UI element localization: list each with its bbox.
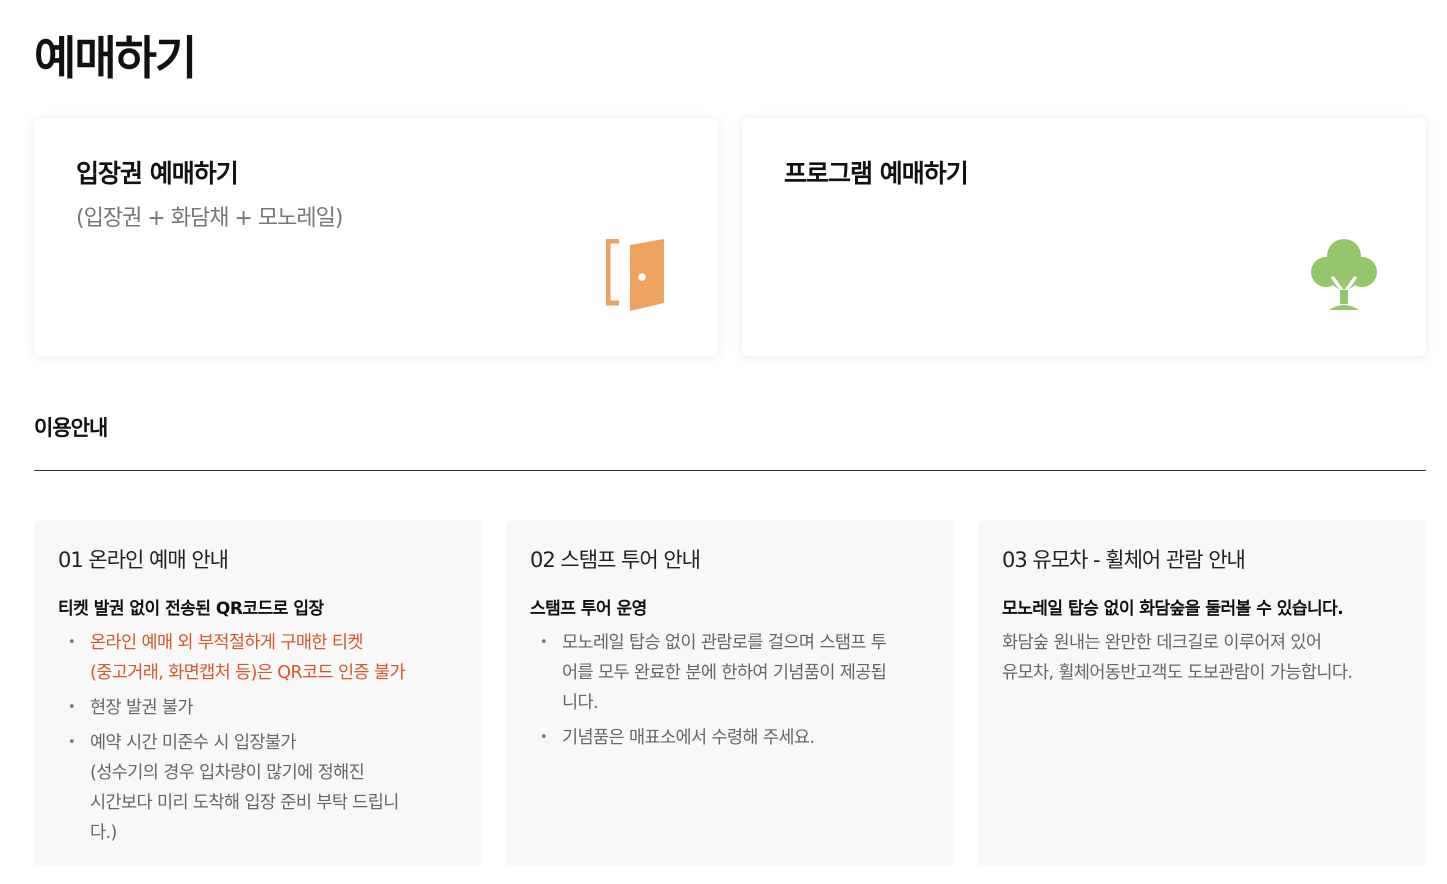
info-subtitle: 스탬프 투어 운영 — [530, 599, 647, 619]
info-list: 온라인 예매 외 부적절하게 구매한 티켓 (중고거래, 화면캡처 등)은 QR… — [58, 628, 460, 848]
ticket-booking-subtitle: (입장권 + 화담채 + 모노레일) — [76, 206, 343, 231]
info-title: 02 스탬프 투어 안내 — [530, 548, 701, 572]
info-list: 모노레일 탑승 없이 관람로를 걸으며 스탬프 투 어를 모두 완료한 분에 한… — [530, 628, 932, 753]
program-booking-card[interactable]: 프로그램 예매하기 — [742, 118, 1426, 356]
info-subtitle: 모노레일 탑승 없이 화담숲을 둘러볼 수 있습니다. — [1002, 599, 1344, 619]
door-icon — [606, 239, 664, 311]
list-item: 현장 발권 불가 — [58, 693, 460, 723]
tree-icon — [1311, 239, 1377, 310]
info-title: 01 온라인 예매 안내 — [58, 548, 229, 572]
list-item: 온라인 예매 외 부적절하게 구매한 티켓 (중고거래, 화면캡처 등)은 QR… — [58, 628, 460, 688]
program-booking-title: 프로그램 예매하기 — [784, 159, 969, 188]
info-title: 03 유모차 - 휠체어 관람 안내 — [1002, 548, 1246, 572]
list-item: 예약 시간 미준수 시 입장불가 (성수기의 경우 입차량이 많기에 정해진 시… — [58, 728, 460, 848]
list-item: 기념품은 매표소에서 수령해 주세요. — [530, 723, 932, 753]
stroller-wheelchair-info-box: 03 유모차 - 휠체어 관람 안내 모노레일 탑승 없이 화담숲을 둘러볼 수… — [978, 520, 1426, 866]
info-text: 화담숲 원내는 완만한 데크길로 이루어져 있어 유모차, 휠체어동반고객도 도… — [1002, 633, 1353, 683]
ticket-booking-card[interactable]: 입장권 예매하기 (입장권 + 화담채 + 모노레일) — [34, 118, 718, 356]
stamp-tour-info-box: 02 스탬프 투어 안내 스탬프 투어 운영 모노레일 탑승 없이 관람로를 걸… — [506, 520, 954, 866]
info-subtitle: 티켓 발권 없이 전송된 QR코드로 입장 — [58, 599, 324, 619]
ticket-booking-title: 입장권 예매하기 — [76, 159, 239, 188]
list-item: 모노레일 탑승 없이 관람로를 걸으며 스탬프 투 어를 모두 완료한 분에 한… — [530, 628, 932, 718]
online-booking-info-box: 01 온라인 예매 안내 티켓 발권 없이 전송된 QR코드로 입장 온라인 예… — [34, 520, 482, 866]
section-divider — [34, 470, 1426, 471]
page-title: 예매하기 — [34, 31, 197, 85]
usage-section-title: 이용안내 — [34, 416, 108, 440]
